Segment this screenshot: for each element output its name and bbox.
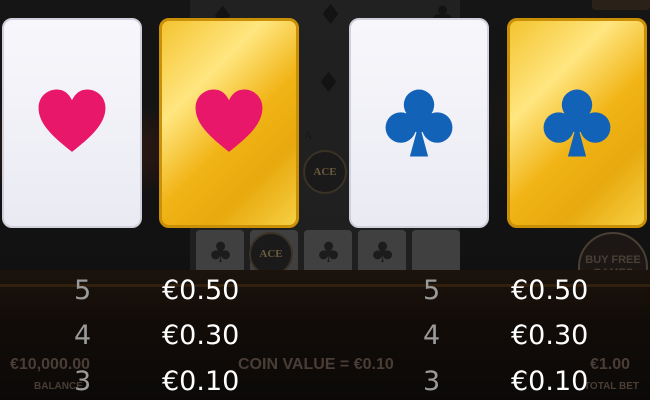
diamond-icon: ♦	[316, 66, 342, 99]
pay-count: 4	[423, 320, 441, 351]
total-bet-value: €1.00	[590, 356, 631, 373]
club-icon: ♣	[208, 236, 234, 269]
diamond-icon: ♦	[318, 0, 344, 31]
club-icon: ♣	[370, 236, 396, 269]
ace-symbol-label: ACE	[259, 248, 283, 260]
pay-count: 5	[74, 275, 92, 306]
club-icon: ♣	[316, 236, 342, 269]
pay-value: €0.30	[511, 320, 589, 351]
pay-count: 3	[74, 366, 92, 397]
pay-count: 4	[74, 320, 92, 351]
club-icon	[543, 89, 611, 157]
top-right-tag	[592, 0, 650, 10]
pay-value: €0.50	[511, 275, 589, 306]
pay-value: €0.10	[162, 366, 240, 397]
heart-icon	[38, 89, 106, 152]
card-heart-white	[2, 18, 142, 228]
card-heart-gold	[159, 18, 299, 228]
heart-icon	[195, 89, 263, 152]
total-bet-label: TOTAL BET	[584, 381, 639, 392]
card-club-white	[349, 18, 489, 228]
pay-value: €0.30	[162, 320, 240, 351]
card-club-gold	[507, 18, 647, 228]
ace-small-label: A	[304, 128, 313, 142]
coin-value-text[interactable]: COIN VALUE = €0.10	[238, 356, 394, 374]
pay-value: €0.50	[162, 275, 240, 306]
club-icon	[385, 89, 453, 157]
pay-count: 3	[423, 366, 441, 397]
ace-symbol: ACE	[303, 150, 347, 194]
pay-count: 5	[423, 275, 441, 306]
pay-value: €0.10	[511, 366, 589, 397]
ace-symbol-label: ACE	[313, 166, 337, 178]
